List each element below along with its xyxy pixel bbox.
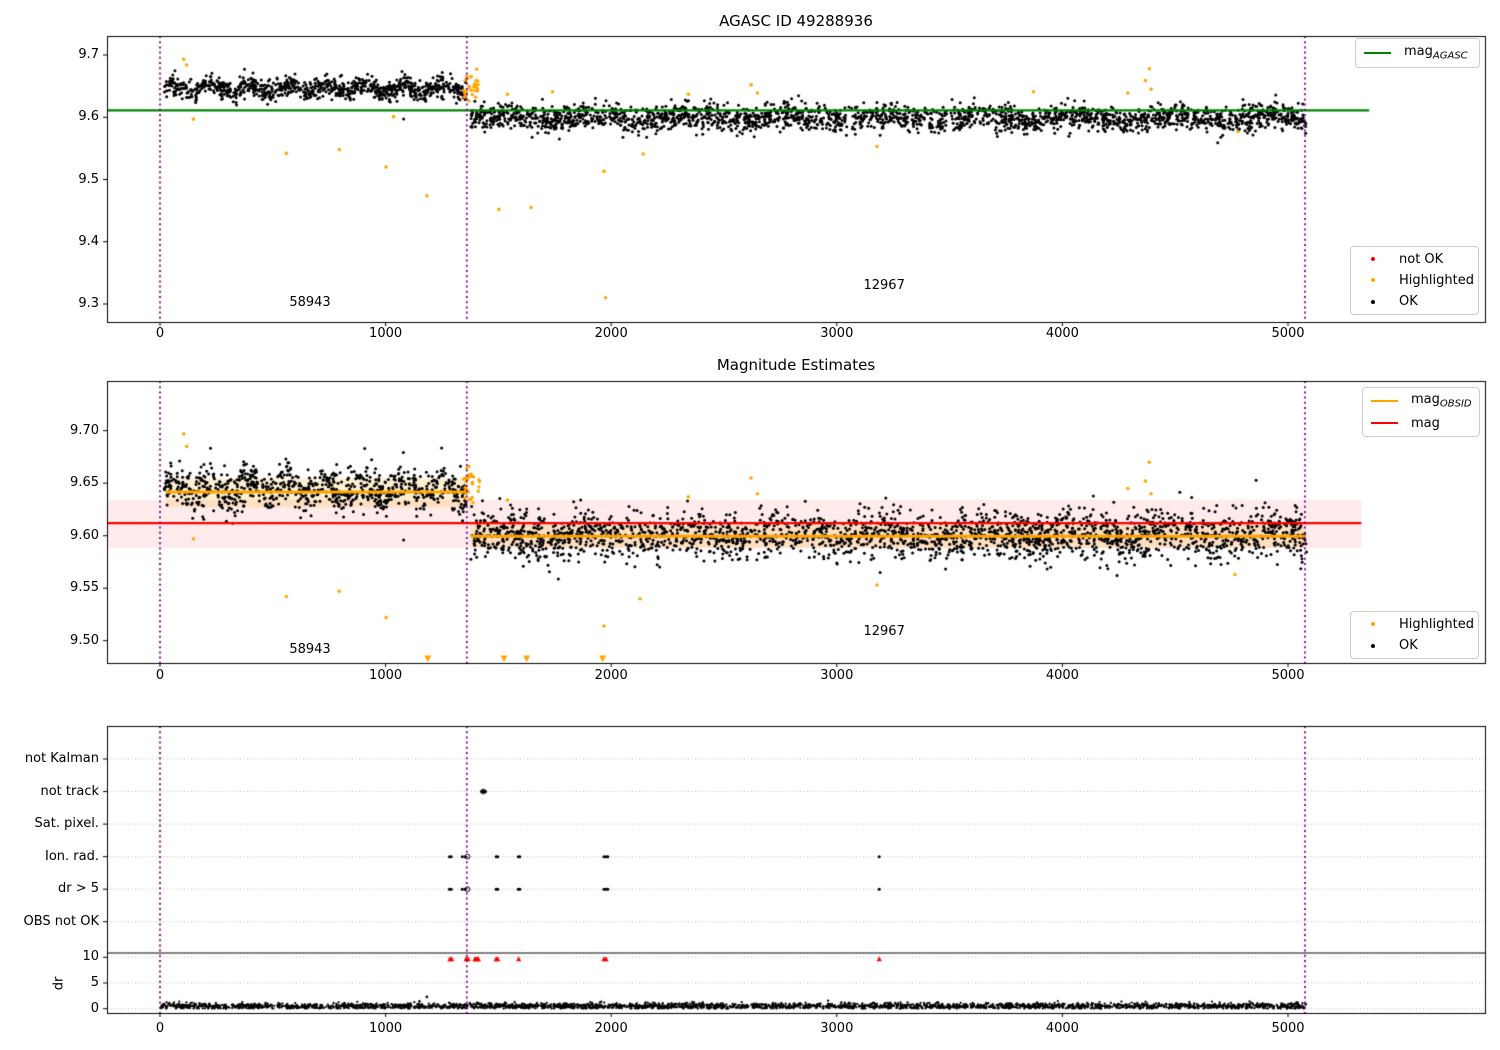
legend-label-highlighted-2: Highlighted [1399, 616, 1474, 632]
y-tick-label: 9.70 [70, 422, 99, 438]
green-line-swatch [1364, 52, 1391, 54]
x-tick-label: 2000 [594, 668, 628, 683]
black-dot-swatch [1359, 643, 1386, 648]
legend-label-ok: OK [1399, 294, 1418, 310]
flag-category-label: not Kalman [24, 751, 99, 766]
x-tick-label: 4000 [1045, 668, 1079, 683]
y-tick-label: 9.3 [78, 296, 99, 311]
legend-label-not-ok: not OK [1399, 251, 1444, 267]
flag-category-label: OBS not OK [23, 913, 100, 929]
x-tick-label: 2000 [594, 1021, 628, 1036]
orange-dot-swatch [1359, 278, 1386, 283]
legend-mag-obsid: magOBSID mag [1362, 387, 1480, 437]
x-tick-label: 5000 [1271, 326, 1305, 341]
legend-status-top: not OK Highlighted OK [1350, 246, 1479, 315]
legend-label-mag-agasc: magAGASC [1404, 44, 1468, 62]
x-tick-label: 3000 [820, 668, 854, 683]
x-tick-label: 3000 [820, 326, 854, 341]
legend-label-mag-obsid: magOBSID [1411, 391, 1472, 410]
flag-category-label: dr > 5 [57, 881, 99, 897]
y-tick-label: 9.60 [70, 527, 99, 543]
legend-row-mag-obsid: magOBSID [1371, 391, 1472, 411]
y-tick-label: 9.7 [78, 47, 99, 62]
x-tick-label: 1000 [369, 1021, 403, 1036]
x-tick-label: 3000 [820, 1021, 854, 1036]
legend-row-ok-2: OK [1359, 637, 1470, 656]
x-tick-label: 0 [155, 1021, 165, 1036]
x-tick-label: 0 [155, 326, 165, 341]
red-dot-swatch [1359, 257, 1386, 262]
x-tick-label: 4000 [1045, 326, 1079, 341]
flag-category-label: not track [40, 783, 99, 799]
x-tick-label: 5000 [1271, 668, 1305, 683]
y-tick-label: 9.50 [70, 632, 99, 648]
orange-dot-swatch [1359, 622, 1386, 627]
y-tick-label: 9.6 [78, 109, 99, 125]
middle-plot-title: Magnitude Estimates [716, 356, 876, 374]
legend-row-mag: mag [1371, 414, 1471, 434]
obsid-annotation: 12967 [863, 624, 905, 640]
dr-axis-label: dr [51, 976, 67, 991]
legend-row-mag-agasc: magAGASC [1364, 43, 1471, 63]
plot-canvas [0, 0, 1500, 1050]
legend-label-ok-2: OK [1399, 638, 1418, 654]
flag-category-label: Sat. pixel. [34, 816, 99, 832]
legend-row-ok: OK [1359, 293, 1470, 311]
legend-row-highlighted: Highlighted [1359, 271, 1474, 289]
figure: AGASC ID 49288936 Magnitude Estimates ma… [0, 0, 1500, 1050]
y-tick-label: 9.55 [70, 580, 99, 596]
top-plot-title: AGASC ID 49288936 [719, 12, 873, 30]
x-tick-label: 4000 [1045, 1021, 1079, 1036]
y-tick-label: 9.5 [78, 171, 99, 187]
y-tick-label: 9.65 [70, 475, 99, 491]
legend-mag-agasc: magAGASC [1355, 38, 1480, 68]
dr-tick-label: 5 [90, 975, 99, 990]
obsid-annotation: 58943 [289, 294, 331, 310]
y-tick-label: 9.4 [78, 233, 99, 249]
legend-row-highlighted-2: Highlighted [1359, 615, 1474, 634]
x-tick-label: 2000 [594, 326, 628, 341]
obsid-annotation: 12967 [863, 277, 905, 293]
x-tick-label: 5000 [1271, 1021, 1305, 1036]
x-tick-label: 1000 [369, 668, 403, 683]
legend-label-highlighted: Highlighted [1399, 272, 1474, 288]
legend-row-not-ok: not OK [1359, 250, 1470, 268]
obsid-annotation: 58943 [289, 642, 331, 658]
dr-tick-label: 0 [90, 1000, 99, 1016]
dr-tick-label: 10 [82, 949, 99, 965]
flag-category-label: Ion. rad. [45, 848, 99, 864]
legend-label-mag: mag [1411, 415, 1440, 431]
x-tick-label: 0 [155, 668, 165, 683]
red-line-swatch [1371, 422, 1398, 425]
legend-status-middle: Highlighted OK [1350, 611, 1479, 659]
x-tick-label: 1000 [369, 326, 403, 341]
orange-line-swatch [1371, 399, 1398, 402]
black-dot-swatch [1359, 299, 1386, 304]
